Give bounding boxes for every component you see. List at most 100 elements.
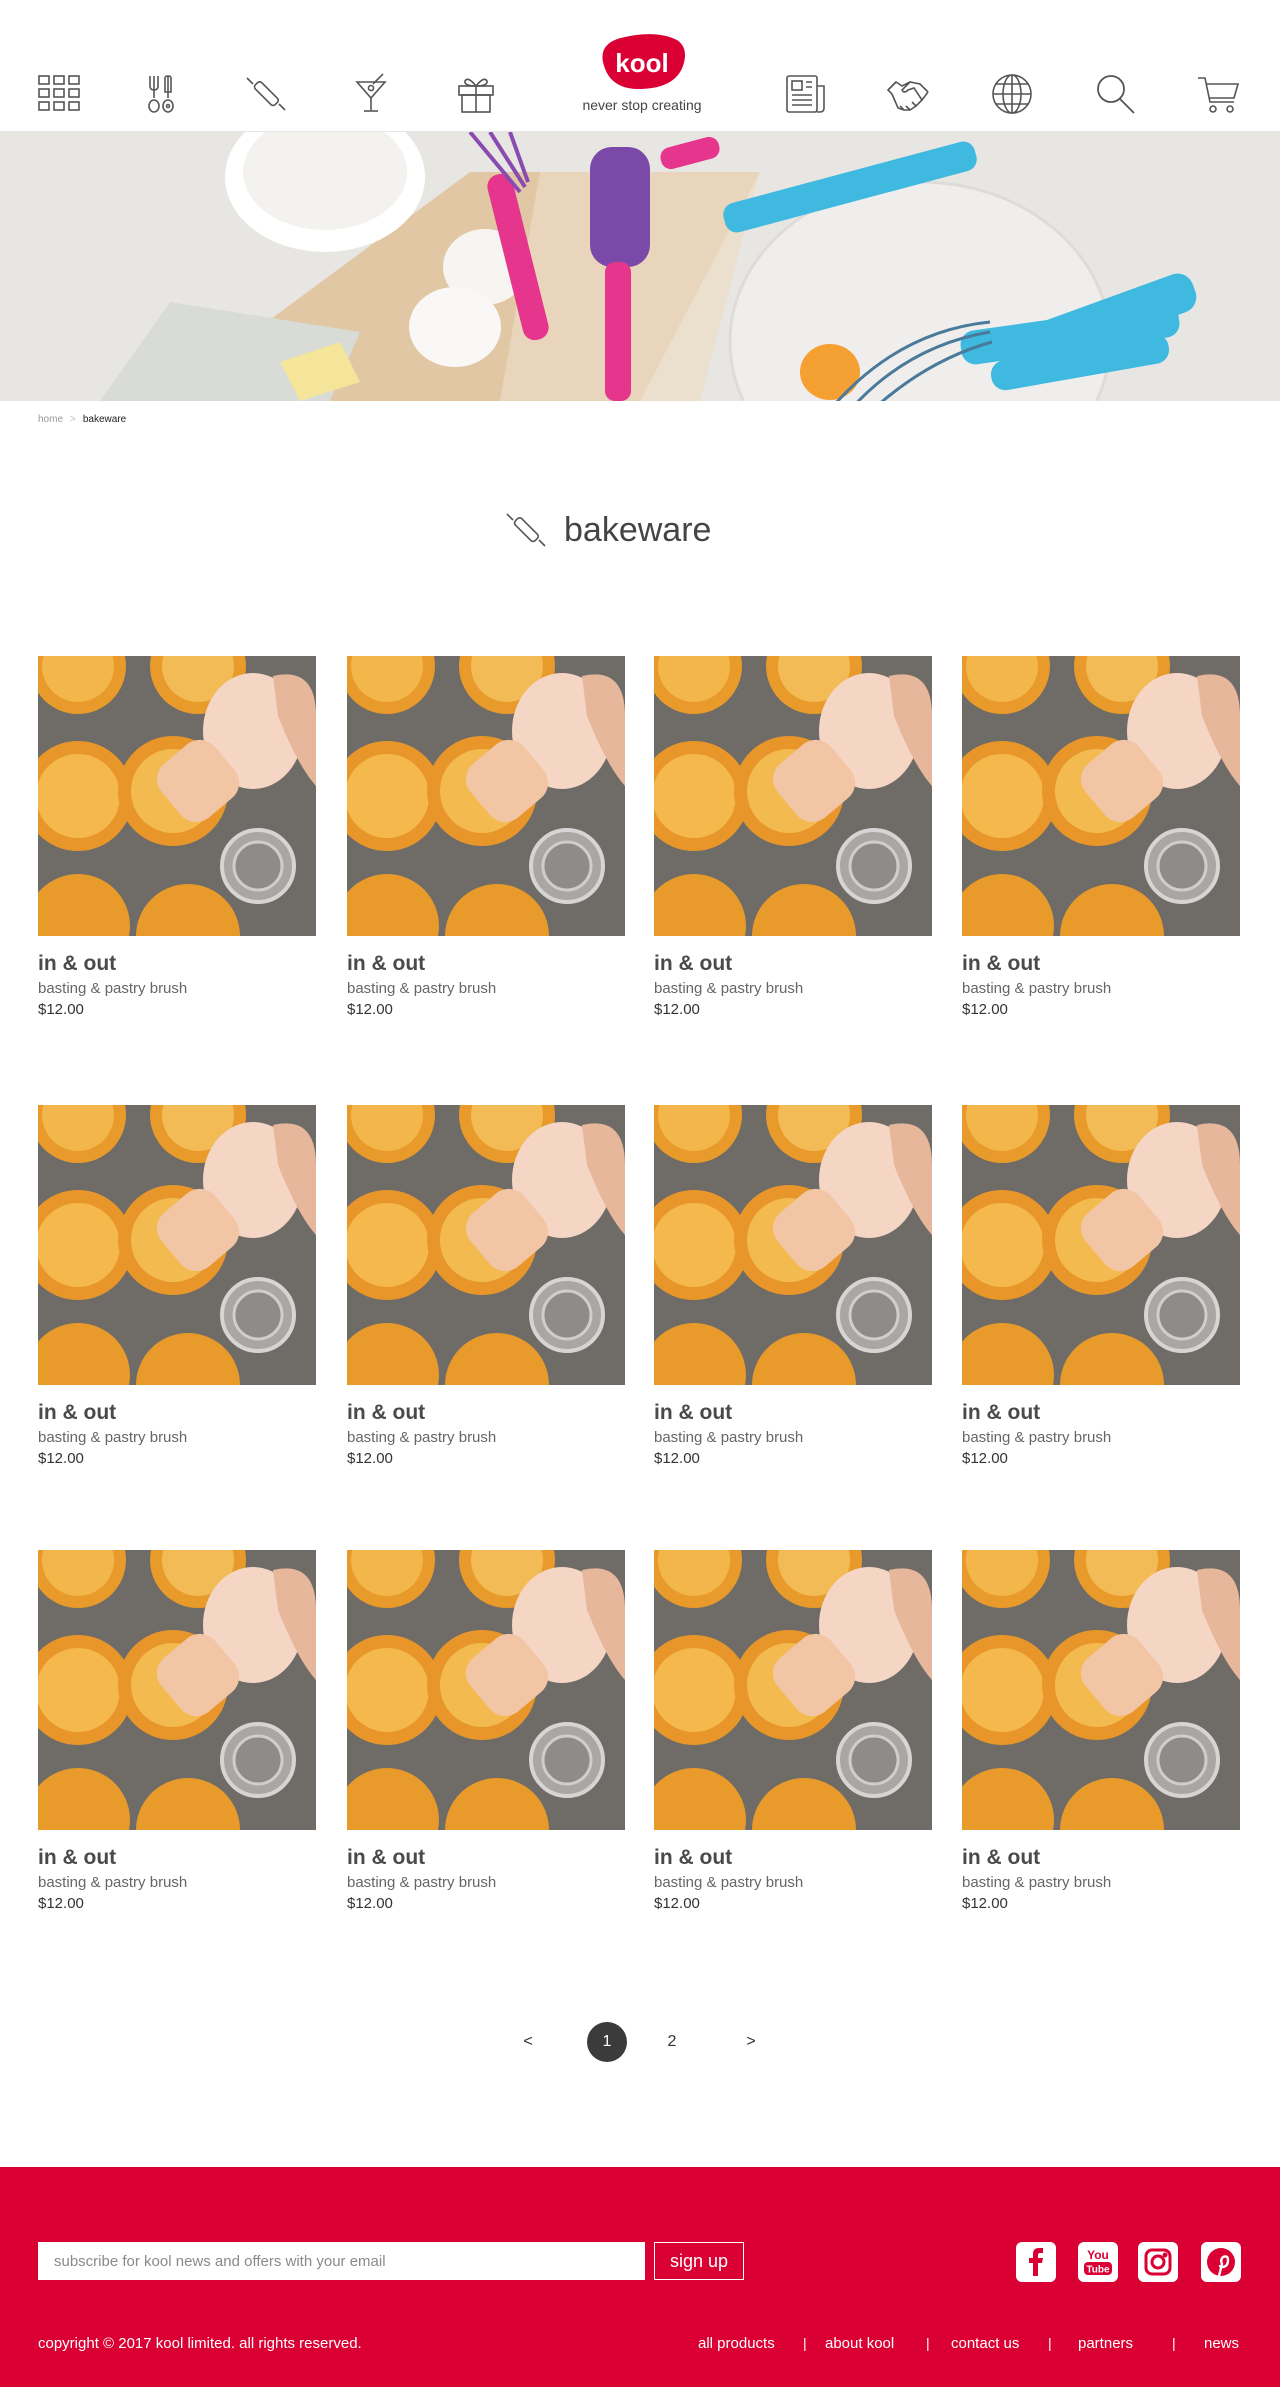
product-card[interactable]: in & out basting & pastry brush $12.00 <box>38 656 316 1018</box>
product-name[interactable]: in & out <box>347 1401 625 1425</box>
product-description: basting & pastry brush <box>654 1429 804 1446</box>
product-price: $12.00 <box>347 1001 393 1018</box>
product-price: $12.00 <box>962 1895 1008 1912</box>
logo-tagline: never stop creating <box>582 97 702 113</box>
product-name[interactable]: in & out <box>347 952 625 976</box>
footer-link-about-kool[interactable]: about kool <box>825 2335 894 2352</box>
subscribe-email-input[interactable] <box>38 2242 645 2280</box>
footer-link-separator: | <box>803 2335 807 2351</box>
search-icon[interactable] <box>1094 72 1138 116</box>
product-card[interactable]: in & out basting & pastry brush $12.00 <box>962 1550 1240 1912</box>
product-description: basting & pastry brush <box>962 980 1112 997</box>
product-image[interactable] <box>347 656 625 936</box>
product-price: $12.00 <box>38 1450 84 1467</box>
product-card[interactable]: in & out basting & pastry brush $12.00 <box>654 656 932 1018</box>
breadcrumb-home[interactable]: home <box>38 414 63 425</box>
product-image[interactable] <box>38 1105 316 1385</box>
pagination-next[interactable]: > <box>739 2022 763 2062</box>
product-name[interactable]: in & out <box>654 1846 932 1870</box>
signup-button[interactable]: sign up <box>654 2242 744 2280</box>
utensils-icon[interactable] <box>140 72 184 116</box>
page-title: bakeware <box>504 508 711 552</box>
product-image[interactable] <box>347 1105 625 1385</box>
logo-text: kool <box>615 48 668 78</box>
product-card[interactable]: in & out basting & pastry brush $12.00 <box>347 656 625 1018</box>
pinterest-icon[interactable] <box>1201 2242 1241 2282</box>
product-image[interactable] <box>38 1550 316 1830</box>
footer-link-news[interactable]: news <box>1204 2335 1239 2352</box>
product-description: basting & pastry brush <box>962 1429 1112 1446</box>
globe-icon[interactable] <box>990 72 1034 116</box>
product-card[interactable]: in & out basting & pastry brush $12.00 <box>347 1105 625 1467</box>
product-name[interactable]: in & out <box>38 952 316 976</box>
product-price: $12.00 <box>962 1001 1008 1018</box>
product-description: basting & pastry brush <box>347 980 497 997</box>
breadcrumb-separator: > <box>70 414 76 425</box>
facebook-icon[interactable] <box>1016 2242 1056 2282</box>
logo-badge: kool <box>602 34 685 90</box>
product-name[interactable]: in & out <box>962 1401 1240 1425</box>
site-footer: sign up You Tube copyright © 2017 kool l… <box>0 2167 1280 2387</box>
product-description: basting & pastry brush <box>347 1874 497 1891</box>
product-card[interactable]: in & out basting & pastry brush $12.00 <box>38 1550 316 1912</box>
copyright-text: copyright © 2017 kool limited. all right… <box>38 2335 362 2352</box>
product-description: basting & pastry brush <box>962 1874 1112 1891</box>
product-name[interactable]: in & out <box>38 1401 316 1425</box>
product-name[interactable]: in & out <box>962 1846 1240 1870</box>
product-price: $12.00 <box>654 1001 700 1018</box>
product-name[interactable]: in & out <box>654 952 932 976</box>
product-price: $12.00 <box>962 1450 1008 1467</box>
grid-icon[interactable] <box>37 72 81 116</box>
product-image[interactable] <box>962 1550 1240 1830</box>
pagination-page-1[interactable]: 1 <box>587 2022 627 2062</box>
cart-icon[interactable] <box>1196 72 1240 116</box>
hero-banner <box>0 132 1280 401</box>
hero-image <box>0 132 1280 401</box>
footer-link-separator: | <box>1172 2335 1176 2351</box>
product-image[interactable] <box>654 656 932 936</box>
product-card[interactable]: in & out basting & pastry brush $12.00 <box>962 1105 1240 1467</box>
product-card[interactable]: in & out basting & pastry brush $12.00 <box>654 1105 932 1467</box>
product-name[interactable]: in & out <box>38 1846 316 1870</box>
product-description: basting & pastry brush <box>38 1429 188 1446</box>
site-header: kool never stop creating <box>0 0 1280 132</box>
breadcrumb: home > bakeware <box>38 414 126 425</box>
product-description: basting & pastry brush <box>347 1429 497 1446</box>
gift-icon[interactable] <box>454 72 498 116</box>
handshake-icon[interactable] <box>886 72 930 116</box>
product-image[interactable] <box>962 1105 1240 1385</box>
rolling-pin-icon[interactable] <box>244 72 288 116</box>
product-card[interactable]: in & out basting & pastry brush $12.00 <box>347 1550 625 1912</box>
instagram-icon[interactable] <box>1138 2242 1178 2282</box>
product-price: $12.00 <box>654 1450 700 1467</box>
product-image[interactable] <box>962 656 1240 936</box>
product-description: basting & pastry brush <box>654 980 804 997</box>
product-image[interactable] <box>38 656 316 936</box>
product-image[interactable] <box>654 1105 932 1385</box>
news-icon[interactable] <box>784 72 828 116</box>
product-image[interactable] <box>654 1550 932 1830</box>
pagination-prev[interactable]: < <box>516 2022 540 2062</box>
product-image[interactable] <box>347 1550 625 1830</box>
pagination-page-2[interactable]: 2 <box>660 2022 684 2062</box>
product-card[interactable]: in & out basting & pastry brush $12.00 <box>654 1550 932 1912</box>
product-name[interactable]: in & out <box>654 1401 932 1425</box>
product-name[interactable]: in & out <box>962 952 1240 976</box>
product-price: $12.00 <box>38 1001 84 1018</box>
footer-link-all-products[interactable]: all products <box>698 2335 775 2352</box>
product-card[interactable]: in & out basting & pastry brush $12.00 <box>962 656 1240 1018</box>
product-description: basting & pastry brush <box>38 1874 188 1891</box>
footer-link-contact-us[interactable]: contact us <box>951 2335 1019 2352</box>
product-price: $12.00 <box>347 1450 393 1467</box>
footer-link-partners[interactable]: partners <box>1078 2335 1133 2352</box>
cocktail-icon[interactable] <box>349 72 393 116</box>
kool-logo[interactable]: kool never stop creating <box>578 30 706 120</box>
product-price: $12.00 <box>654 1895 700 1912</box>
youtube-icon[interactable]: You Tube <box>1078 2242 1118 2282</box>
product-description: basting & pastry brush <box>38 980 188 997</box>
product-card[interactable]: in & out basting & pastry brush $12.00 <box>38 1105 316 1467</box>
product-price: $12.00 <box>38 1895 84 1912</box>
rolling-pin-icon <box>506 513 546 547</box>
product-name[interactable]: in & out <box>347 1846 625 1870</box>
youtube-text-you: You <box>1087 2248 1109 2262</box>
